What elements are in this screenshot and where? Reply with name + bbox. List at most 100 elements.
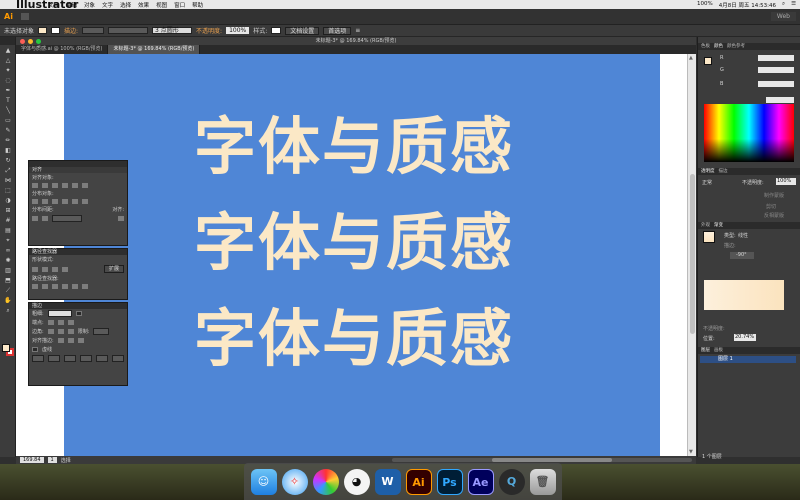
align-bottom-icon[interactable] [82,183,88,188]
tab-artboards[interactable]: 画板 [714,347,723,354]
distribute-bottom-icon[interactable] [52,199,58,204]
gradient-thumbnail[interactable] [703,231,715,243]
graphic-style-swatch[interactable] [271,27,282,34]
artboard-tool-icon[interactable]: ⬒ [2,276,14,285]
blend-tool-icon[interactable]: ∞ [2,246,14,255]
stroke-label[interactable]: 描边: [64,26,78,35]
divide-icon[interactable] [32,284,38,289]
gradient-location-field[interactable]: 20.74% [734,334,756,341]
align-hcenter-icon[interactable] [42,183,48,188]
artboard-text-line-3[interactable]: 字体与质感 [194,304,554,374]
bevel-join-icon[interactable] [67,329,74,334]
artboard[interactable]: 字体与质感 字体与质感 字体与质感 [64,54,660,456]
stroke-swatch[interactable] [51,27,61,34]
menubar-clock[interactable]: 4月8日 周五 14:53:46 [719,1,776,9]
vertical-scroll-thumb[interactable] [690,174,695,334]
horizontal-scroll-thumb[interactable] [492,458,612,462]
outline-icon[interactable] [72,284,78,289]
distribute-hcenter-icon[interactable] [72,199,78,204]
qq-icon[interactable]: ◕ [343,468,370,495]
selection-tool-icon[interactable]: ▲ [2,46,14,55]
distribute-right-icon[interactable] [82,199,88,204]
align-right-icon[interactable] [52,183,58,188]
free-transform-tool-icon[interactable]: ⬚ [2,186,14,195]
align-top-icon[interactable] [62,183,68,188]
rectangle-tool-icon[interactable]: ▭ [2,116,14,125]
align-to-select-icon[interactable] [118,216,124,221]
make-mask-button[interactable]: 制作蒙版 [764,192,784,199]
quicktime-icon[interactable]: Q [498,468,525,495]
miter-join-icon[interactable] [47,329,54,334]
opacity-field[interactable]: 100% [226,27,250,34]
distribute-vspace-icon[interactable] [32,216,38,221]
stroke-weight-field[interactable] [82,27,105,34]
tools-panel-header[interactable] [0,37,15,45]
transparency-opacity-field[interactable]: 100% [776,178,796,185]
tab-document-1[interactable]: 字体与质感.ai @ 100% (RGB/预览) [16,45,109,54]
tab-layers[interactable]: 图层 [701,347,710,354]
miter-limit-field[interactable] [93,328,110,335]
graph-tool-icon[interactable]: ▥ [2,266,14,275]
preferences-button[interactable]: 首选项 [323,26,352,35]
status-tool-label[interactable]: 选择 [61,457,71,464]
menu-edit[interactable]: 编辑 [66,1,77,9]
scale-tool-icon[interactable]: ⤢ [2,166,14,175]
gradient-tool-icon[interactable]: ▤ [2,226,14,235]
perspective-grid-tool-icon[interactable]: ⊞ [2,206,14,215]
rotate-tool-icon[interactable]: ↻ [2,156,14,165]
mesh-tool-icon[interactable]: # [2,216,14,225]
workspace-switcher[interactable]: Web [770,12,796,21]
pen-tool-icon[interactable]: ✒ [2,86,14,95]
document-setup-button[interactable]: 文档设置 [285,26,320,35]
eyedropper-tool-icon[interactable]: ⌖ [2,236,14,245]
unite-icon[interactable] [32,266,38,272]
search-icon[interactable]: ⌕ [782,1,785,9]
channel-g-field[interactable] [758,67,794,73]
distribute-spacing-field[interactable] [52,215,82,222]
brush-definition-select[interactable]: 3 点圆形 [152,27,193,34]
wps-icon[interactable]: W [374,468,401,495]
intersect-icon[interactable] [52,266,58,272]
menu-object[interactable]: 对象 [84,1,95,9]
width-tool-icon[interactable]: ⋈ [2,176,14,185]
safari-icon[interactable]: ✧ [281,468,308,495]
stroke-weight-dropdown-icon[interactable] [75,311,82,316]
finder-icon[interactable]: ☺ [250,468,277,495]
channel-r-field[interactable] [758,55,794,61]
direct-selection-tool-icon[interactable]: △ [2,56,14,65]
tab-swatches[interactable]: 色板 [701,43,710,50]
menu-list-icon[interactable]: ☰ [791,1,796,9]
exclude-icon[interactable] [62,266,68,272]
artboard-text-line-2[interactable]: 字体与质感 [194,208,554,278]
trash-icon[interactable]: 🗑 [529,468,556,495]
crop-icon[interactable] [62,284,68,289]
round-join-icon[interactable] [57,329,64,334]
illustrator-icon[interactable]: Ai [405,468,432,495]
vertical-scrollbar[interactable]: ▲ ▼ [687,54,696,456]
fill-stroke-swatches[interactable] [2,344,14,356]
merge-icon[interactable] [52,284,58,289]
projecting-cap-icon[interactable] [67,320,74,325]
lasso-tool-icon[interactable]: ◌ [2,76,14,85]
clip-checkbox[interactable]: 剪切 [766,203,776,210]
type-tool-icon[interactable]: T [2,96,14,105]
gradient-angle-field[interactable]: -90° [730,252,754,259]
layer-row[interactable]: 图层 1 [700,356,796,363]
gap-field-3[interactable] [112,355,124,362]
tab-gradient[interactable]: 渐变 [714,222,723,229]
zoom-window-icon[interactable] [36,39,41,44]
magic-wand-tool-icon[interactable]: ✦ [2,66,14,75]
line-tool-icon[interactable]: ╲ [2,106,14,115]
gradient-type-select[interactable]: 线性 [738,232,748,239]
distribute-vcenter-icon[interactable] [42,199,48,204]
slice-tool-icon[interactable]: ⟋ [2,286,14,295]
expand-button[interactable]: 扩展 [103,265,124,273]
dash-field-1[interactable] [32,355,44,362]
round-cap-icon[interactable] [57,320,64,325]
tab-color[interactable]: 颜色 [714,43,723,50]
distribute-hspace-icon[interactable] [42,216,48,221]
after-effects-icon[interactable]: Ae [467,468,494,495]
bridge-icon[interactable] [20,13,29,20]
gap-field-1[interactable] [48,355,60,362]
artboard-text-line-1[interactable]: 字体与质感 [194,112,554,182]
